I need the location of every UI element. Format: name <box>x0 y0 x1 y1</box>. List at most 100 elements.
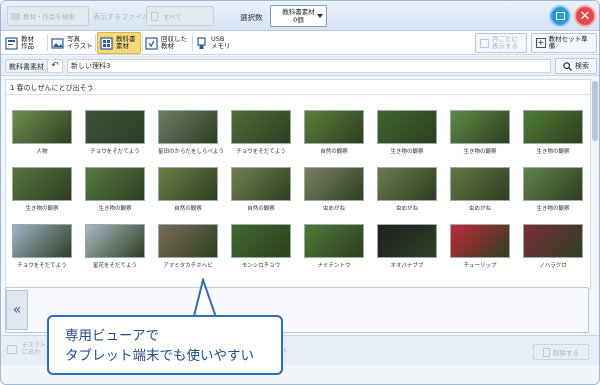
divider <box>95 35 96 51</box>
thumbnail-image <box>450 110 510 144</box>
chevron-down-icon <box>317 14 323 18</box>
thumbnail-image <box>523 110 583 144</box>
material-grid: 1 春のしぜんにとび出そう 人物 チョウをそだてよう 星田のからだをしらべよう チョウ… <box>5 79 591 289</box>
collect-icon <box>145 36 158 50</box>
thumbnail-caption: 生き物の観察 <box>98 206 132 212</box>
thumbnail-caption: 自然の観察 <box>247 206 275 212</box>
delete-button[interactable]: 削除する <box>533 344 589 360</box>
thumbnail-caption: チョウをそだてよう <box>90 149 140 155</box>
export-line2: に出力 <box>21 349 40 356</box>
maximize-button[interactable] <box>549 5 571 27</box>
thumbnail-item[interactable]: ノハラクロ <box>523 224 583 269</box>
thumbnail-image <box>450 224 510 258</box>
thumbnail-caption: アマミタカチホヘビ <box>163 263 213 269</box>
thumbnail-caption: 人物 <box>36 149 48 155</box>
thumbnail-item[interactable]: モンシロチョウ <box>231 224 291 269</box>
thumbnail-caption: 星花をそだてよう <box>92 263 137 269</box>
thumbnail-image <box>231 110 291 144</box>
thumbnail-item[interactable]: 生き物の観察 <box>377 110 437 155</box>
thumbnail-item[interactable]: オオバナブブ <box>377 224 437 269</box>
thumbnail-item[interactable]: アマミタカチホヘビ <box>158 224 218 269</box>
thumbnail-item[interactable]: 生き物の観察 <box>85 167 145 212</box>
divider <box>47 35 48 51</box>
thumbnail-item[interactable]: 生き物の観察 <box>523 110 583 155</box>
thumbnail-item[interactable]: 人物 <box>12 110 72 155</box>
breadcrumb[interactable]: 教科書素材 <box>5 59 48 73</box>
search-button[interactable]: 検索 <box>555 58 597 74</box>
thumbnail-image <box>231 167 291 201</box>
back-button[interactable]: ↶ <box>47 59 63 73</box>
show-by-month-button[interactable]: 月ごとに 表示する <box>475 33 527 53</box>
thumbnail-image <box>523 224 583 258</box>
category-photo[interactable]: 写真 イラスト <box>51 32 95 54</box>
thumbnail-caption: 星田のからだをしらべよう <box>158 149 225 155</box>
thumbnail-caption: チョウをそだてよう <box>236 149 286 155</box>
photo-icon <box>51 37 64 49</box>
thumbnail-image <box>523 167 583 201</box>
thumbnail-item[interactable]: チョウをそだてよう <box>12 224 72 269</box>
thumbnail-item[interactable]: 虫めがね <box>304 167 364 212</box>
thumbnail-caption: 生き物の観察 <box>536 206 570 212</box>
path-field[interactable]: 新しい理科3 <box>67 59 551 73</box>
filter-label: 教材・作品を検索 <box>23 13 75 21</box>
thumbnail-item[interactable]: 生き物の観察 <box>12 167 72 212</box>
drawer-toggle-button[interactable]: « <box>6 290 28 330</box>
thumbnail-caption: ナミテントウ <box>317 263 351 269</box>
textbook-icon <box>100 36 113 50</box>
category-textbook[interactable]: 教科書 素材 <box>97 32 141 54</box>
thumbnail-caption: オオバナブブ <box>390 263 424 269</box>
thumbnail-item[interactable]: 生き物の観察 <box>450 110 510 155</box>
callout-box: 専用ビューアで タブレット端末でも使いやすい <box>47 315 283 375</box>
close-button[interactable]: ✕ <box>574 5 596 27</box>
category-collected[interactable]: 回収した 教材 <box>145 32 195 54</box>
thumbnail-image <box>450 167 510 201</box>
callout-pointer <box>191 278 219 320</box>
close-icon: ✕ <box>579 8 591 24</box>
thumbnail-item[interactable]: 星田のからだをしらべよう <box>158 110 225 155</box>
file-type-icon <box>151 11 158 21</box>
thumbnail-image <box>377 167 437 201</box>
thumbnail-item[interactable]: 自然の観察 <box>158 167 218 212</box>
selection-count-select[interactable]: 教科書素材 0個 <box>270 5 327 27</box>
thumbnail-caption: 虫めがね <box>468 206 491 212</box>
thumbnail-item[interactable]: 自然の観察 <box>304 110 364 155</box>
thumbnail-image <box>304 167 364 201</box>
thumbnail-item[interactable]: 虫めがね <box>377 167 437 212</box>
thumbnail-image <box>377 224 437 258</box>
scrollbar-thumb[interactable] <box>592 81 598 141</box>
filter-dropdown[interactable]: 教材・作品を検索 <box>7 6 89 26</box>
thumbnail-item[interactable]: 虫めがね <box>450 167 510 212</box>
category-label-2: 作品 <box>21 42 34 50</box>
thumbnail-caption: 虫めがね <box>322 206 345 212</box>
category-label-2: 教材 <box>161 42 174 50</box>
selection-count-label: 選択数 <box>240 13 263 22</box>
thumbnail-caption: 生き物の観察 <box>390 149 424 155</box>
thumbnail-item[interactable]: チョウをそだてよう <box>231 110 291 155</box>
thumbnail-image <box>158 110 218 144</box>
thumbnail-item[interactable]: チョウをそだてよう <box>85 110 145 155</box>
search-icon <box>563 61 572 71</box>
thumbnail-caption: 生き物の観察 <box>536 149 570 155</box>
plus-box-icon: + <box>536 38 546 48</box>
thumbnail-item[interactable]: ナミテントウ <box>304 224 364 269</box>
thumbnail-item[interactable]: チューリップ <box>450 224 510 269</box>
category-toolbar: 教材 作品 写真 イラスト 教科書 素材 回収した 教材 USB メモリ 月ごとに 表示する… <box>1 31 599 55</box>
arrow-left-icon: ‹ <box>283 345 287 356</box>
category-material[interactable]: 教材 作品 <box>5 32 49 54</box>
calendar-icon <box>480 38 489 48</box>
app-window: 教材・作品を検索 表示するファイル すべて 選択数 教科書素材 0個 ✕ 教材作… <box>0 0 600 385</box>
trash-icon <box>543 347 550 357</box>
prepare-material-set-button[interactable]: + 教材セット準備 <box>531 33 597 53</box>
top-toolbar: 教材・作品を検索 表示するファイル すべて 選択数 教科書素材 0個 ✕ <box>1 1 599 31</box>
double-chevron-left-icon: « <box>12 302 22 318</box>
thumbnail-item[interactable]: 生き物の観察 <box>523 167 583 212</box>
thumbnail-image <box>12 224 72 258</box>
category-usb[interactable]: USB メモリ <box>195 32 237 54</box>
thumbnail-image <box>85 224 145 258</box>
thumbnail-item[interactable]: 星花をそだてよう <box>85 224 145 269</box>
thumbnail-caption: ノハラクロ <box>539 263 567 269</box>
address-bar: 教科書素材 ↶ 新しい理科3 検索 <box>1 56 599 76</box>
display-files-select[interactable]: すべて <box>146 6 214 26</box>
thumbnail-item[interactable]: 自然の観察 <box>231 167 291 212</box>
usb-icon <box>197 36 206 49</box>
